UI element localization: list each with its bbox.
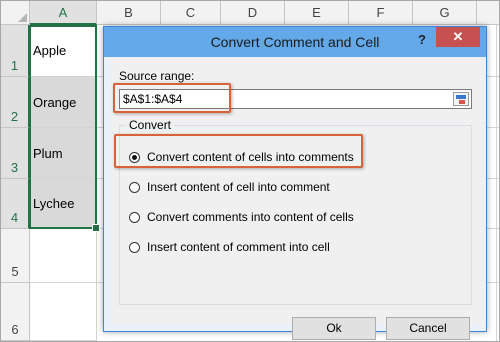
row-header-3[interactable]: 3	[1, 128, 30, 179]
help-button[interactable]: ?	[418, 32, 426, 47]
row-header-2[interactable]: 2	[1, 77, 30, 128]
radio-icon[interactable]	[129, 211, 140, 223]
column-header-b[interactable]: B	[97, 1, 161, 25]
convert-group-label: Convert	[126, 118, 175, 132]
dialog-content: Source range: $A$1:$A$4 Convert Convert …	[110, 57, 480, 340]
option-comments-to-cells[interactable]: Convert comments into content of cells	[129, 209, 354, 225]
column-header-c[interactable]: C	[161, 1, 221, 25]
row-header-5[interactable]: 5	[1, 229, 30, 283]
option-label: Convert comments into content of cells	[147, 210, 354, 224]
column-header-d[interactable]: D	[221, 1, 285, 25]
option-insert-cell-into-comment[interactable]: Insert content of cell into comment	[129, 179, 330, 195]
selected-option-highlight	[114, 134, 363, 168]
source-range-highlight	[113, 83, 231, 113]
source-range-label: Source range:	[119, 69, 195, 83]
radio-icon[interactable]	[129, 181, 140, 193]
row-header-1[interactable]: 1	[1, 25, 30, 77]
selection-border	[29, 25, 97, 229]
cancel-button[interactable]: Cancel	[386, 317, 470, 340]
screenshot-frame: A B C D E F G 1 2 3 4 5 6 Apple Orange P…	[0, 0, 500, 342]
select-all-corner[interactable]	[1, 1, 30, 25]
range-picker-icon[interactable]	[453, 92, 469, 106]
radio-icon[interactable]	[129, 241, 140, 253]
dialog-title: Convert Comment and Cell	[210, 34, 380, 50]
option-label: Insert content of comment into cell	[147, 240, 330, 254]
cell-a5[interactable]	[30, 229, 97, 283]
dialog-titlebar[interactable]: Convert Comment and Cell ? ✕	[104, 27, 486, 57]
convert-comment-dialog: Convert Comment and Cell ? ✕ Source rang…	[103, 26, 487, 340]
close-button[interactable]: ✕	[436, 27, 480, 47]
column-header-f[interactable]: F	[349, 1, 413, 25]
fill-handle[interactable]	[92, 224, 100, 232]
ok-button[interactable]: Ok	[292, 317, 376, 340]
option-insert-comment-into-cell[interactable]: Insert content of comment into cell	[129, 239, 330, 255]
grid-line	[496, 25, 497, 341]
column-header-partial[interactable]	[477, 1, 499, 25]
column-header-e[interactable]: E	[285, 1, 349, 25]
row-header-6[interactable]: 6	[1, 283, 30, 341]
column-header-a[interactable]: A	[30, 1, 97, 25]
column-header-g[interactable]: G	[413, 1, 477, 25]
cell-a6[interactable]	[30, 283, 97, 341]
row-header-4[interactable]: 4	[1, 179, 30, 229]
option-label: Insert content of cell into comment	[147, 180, 330, 194]
